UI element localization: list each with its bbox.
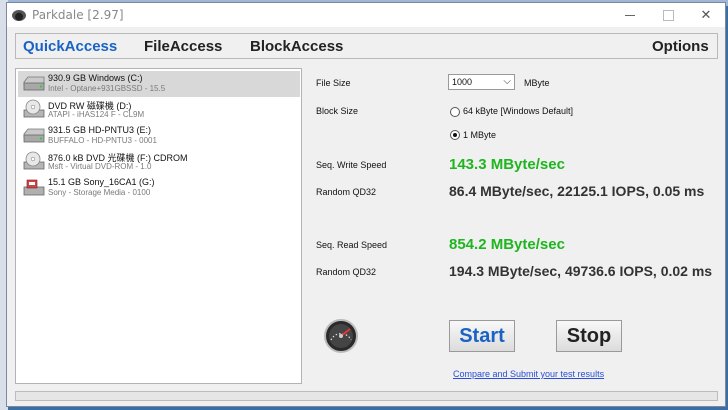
block-size-radio-64k[interactable] [450,107,460,117]
drive-item-f[interactable]: 876.0 kB DVD 光碟機 (F:) CDROM Msft - Virtu… [18,149,300,175]
tab-blockaccess[interactable]: BlockAccess [250,38,343,55]
random-read-label: Random QD32 [316,267,377,277]
dvd-drive-icon [23,99,45,118]
compare-results-link[interactable]: Compare and Submit your test results [453,369,604,379]
speedometer-icon [324,319,358,353]
block-size-option-64k[interactable]: 64 kByte [Windows Default] [463,106,573,116]
seq-read-value: 854.2 MByte/sec [449,236,565,253]
drive-detail: Sony - Storage Media - 0100 [48,188,151,197]
options-menu[interactable]: Options [652,38,709,55]
usb-drive-icon [23,179,45,196]
file-size-unit: MByte [524,78,550,88]
app-icon [12,9,26,21]
random-write-value: 86.4 MByte/sec, 22125.1 IOPS, 0.05 ms [449,183,705,199]
tab-quickaccess[interactable]: QuickAccess [23,38,117,55]
close-icon: ✕ [700,7,712,22]
stop-button[interactable]: Stop [556,320,622,352]
window-controls: ✕ [611,3,725,27]
random-write-label: Random QD32 [316,187,377,197]
block-size-radio-1m[interactable] [450,130,460,140]
drive-name: 931.5 GB HD-PNTU3 (E:) [48,125,152,135]
file-size-value: 1000 [452,77,473,87]
tab-fileaccess[interactable]: FileAccess [144,38,222,55]
maximize-icon [662,9,674,21]
drive-item-d[interactable]: DVD RW 磁碟機 (D:) ATAPI - iHAS124 F - CL9M [18,97,300,123]
start-button[interactable]: Start [449,320,515,352]
seq-read-label: Seq. Read Speed [316,240,388,250]
dvd-drive-icon [23,151,45,170]
minimize-icon [625,14,635,16]
app-window: Parkdale [2.97] ✕ QuickAccess FileAccess… [6,2,726,407]
seq-write-label: Seq. Write Speed [316,160,387,170]
drive-detail: ATAPI - iHAS124 F - CL9M [48,110,145,119]
seq-write-value: 143.3 MByte/sec [449,156,565,173]
window-title: Parkdale [2.97] [32,8,124,22]
hard-drive-icon [23,128,45,143]
drive-detail: Intel - Optane+931GBSSD - 15.5 [48,84,166,93]
maximize-button[interactable] [649,3,687,27]
drive-name: 930.9 GB Windows (C:) [48,73,143,83]
main-menu-bar: QuickAccess FileAccess BlockAccess Optio… [15,33,718,59]
chevron-down-icon: ⌵ [503,76,511,87]
block-size-label: Block Size [316,106,359,116]
drive-list[interactable]: 930.9 GB Windows (C:) Intel - Optane+931… [15,68,302,384]
minimize-button[interactable] [611,3,649,27]
drive-name: 15.1 GB Sony_16CA1 (G:) [48,177,155,187]
file-size-select[interactable]: 1000 ⌵ [448,74,515,90]
drive-detail: BUFFALO - HD-PNTU3 - 0001 [48,136,157,145]
close-button[interactable]: ✕ [687,3,725,27]
drive-item-g[interactable]: 15.1 GB Sony_16CA1 (G:) Sony - Storage M… [18,175,300,201]
file-size-label: File Size [316,78,351,88]
random-read-value: 194.3 MByte/sec, 49736.6 IOPS, 0.02 ms [449,263,713,279]
progress-bar [15,391,718,401]
drive-item-e[interactable]: 931.5 GB HD-PNTU3 (E:) BUFFALO - HD-PNTU… [18,123,300,149]
hard-drive-icon [23,76,45,91]
drive-item-c[interactable]: 930.9 GB Windows (C:) Intel - Optane+931… [18,71,300,97]
drive-detail: Msft - Virtual DVD-ROM - 1.0 [48,162,152,171]
block-size-option-1m[interactable]: 1 MByte [463,130,496,140]
title-bar[interactable]: Parkdale [2.97] ✕ [7,3,725,27]
